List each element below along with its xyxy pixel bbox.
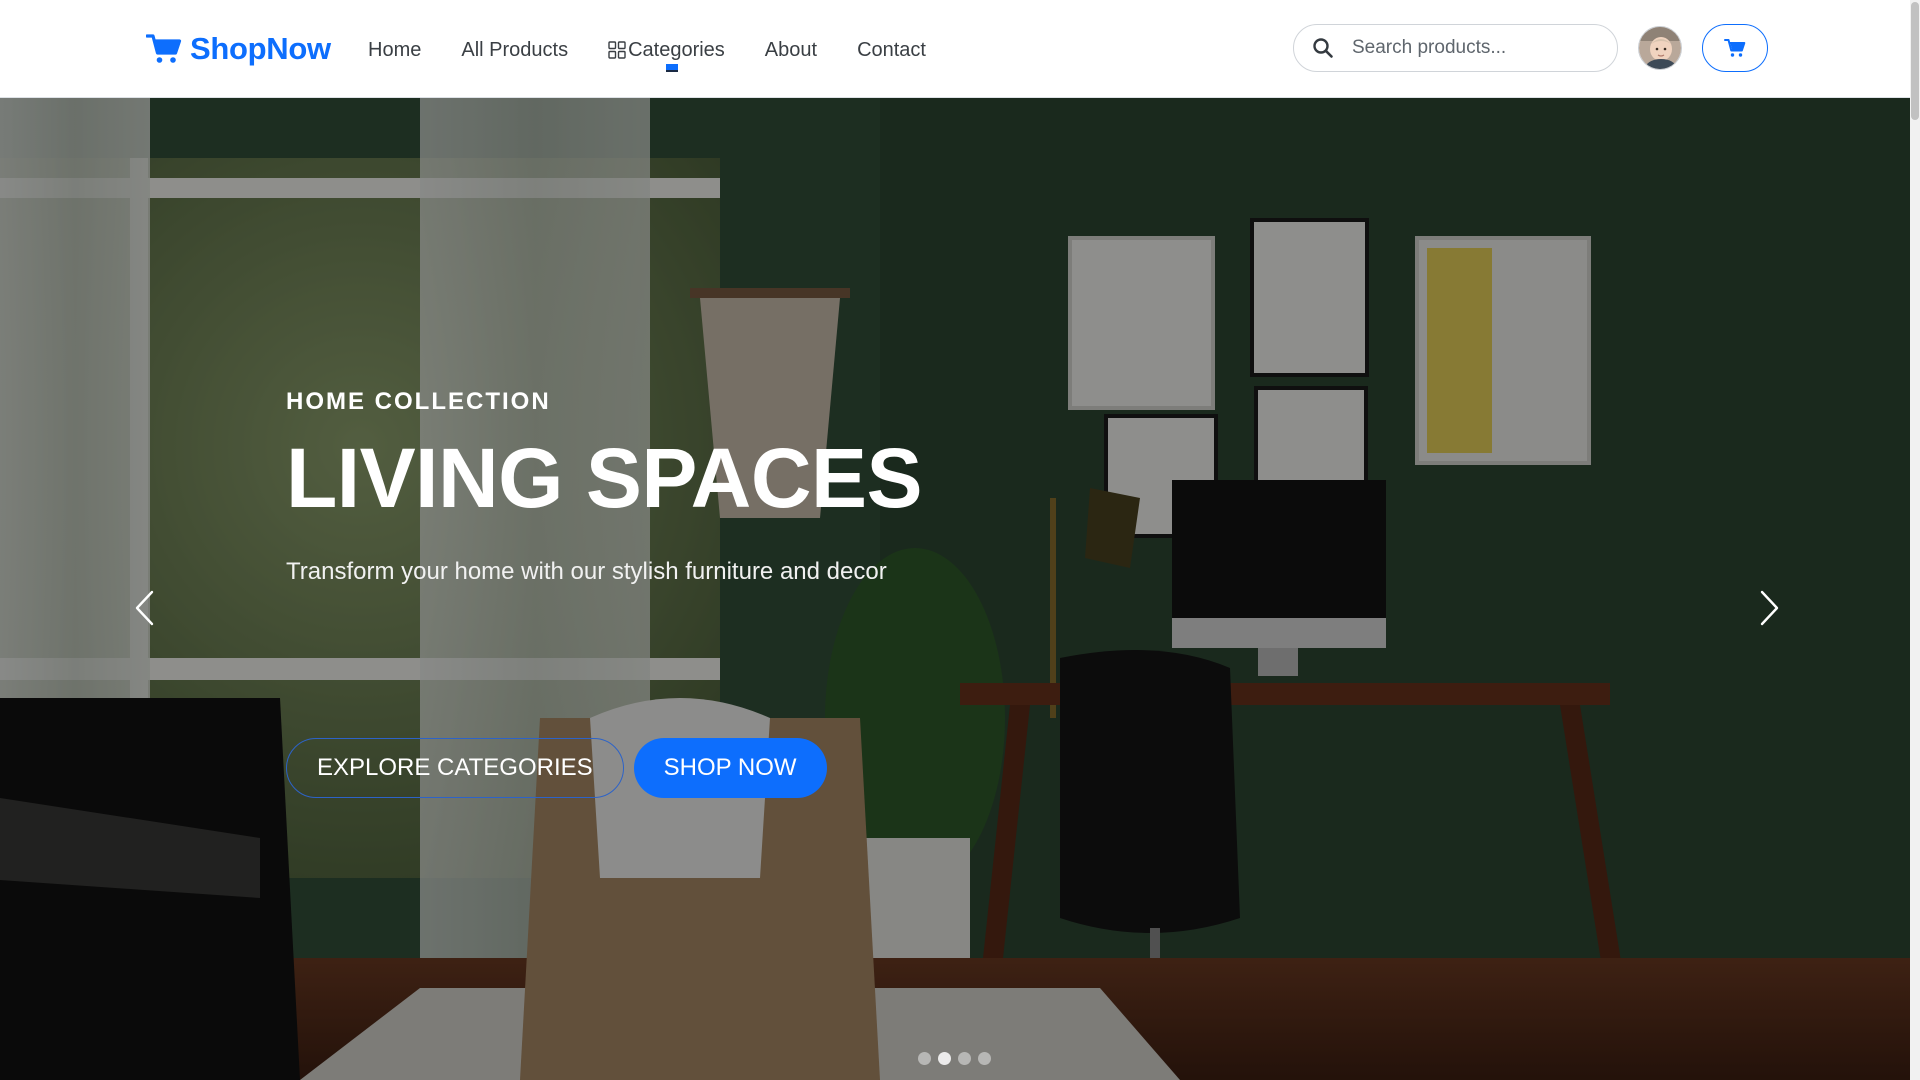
carousel-indicators [918,1052,991,1065]
chevron-right-icon [1760,590,1779,626]
nav-home[interactable]: Home [368,39,421,62]
brand-name: ShopNow [190,31,331,66]
carousel-indicator-4[interactable] [978,1052,991,1065]
cart-icon [1724,39,1746,57]
scrollbar-thumb[interactable] [1911,2,1919,120]
search-input[interactable] [1352,37,1612,59]
nav-categories-label: Categories [628,38,725,61]
carousel-next-button[interactable] [1750,578,1790,638]
search-icon[interactable] [1312,37,1334,59]
explore-categories-button[interactable]: EXPLORE CATEGORIES [286,738,624,798]
nav-about[interactable]: About [765,39,817,62]
shop-now-button[interactable]: SHOP NOW [633,738,827,798]
avatar-image [1639,27,1681,69]
hero-carousel: HOME COLLECTION LIVING SPACES Transform … [0,98,1910,1080]
carousel-indicator-2[interactable] [938,1052,951,1065]
cart-icon [146,34,182,63]
grid-icon [608,41,626,59]
carousel-indicator-3[interactable] [958,1052,971,1065]
hero-cta-group: EXPLORE CATEGORIES SHOP NOW [286,738,827,798]
nav-contact[interactable]: Contact [857,39,926,62]
hero-eyebrow: HOME COLLECTION [286,388,551,415]
user-avatar[interactable] [1638,26,1682,70]
search-box [1293,24,1618,72]
main-nav: Home All Products Categories About Conta… [368,34,966,72]
brand-logo[interactable]: ShopNow [146,28,331,70]
hero-subtitle: Transform your home with our stylish fur… [286,558,887,586]
hero-headline: LIVING SPACES [286,431,923,525]
nav-categories[interactable]: Categories [608,38,725,72]
page-scrollbar[interactable] [1910,0,1920,1080]
hero-overlay [0,98,1910,1080]
cart-button[interactable] [1702,24,1768,72]
chevron-left-icon [135,590,154,626]
hero-caption: HOME COLLECTION LIVING SPACES Transform … [286,388,923,798]
carousel-indicator-1[interactable] [918,1052,931,1065]
carousel-prev-button[interactable] [124,578,164,638]
top-navbar: ShopNow Home All Products Categories Abo… [0,0,1910,98]
nav-all-products[interactable]: All Products [461,39,568,62]
